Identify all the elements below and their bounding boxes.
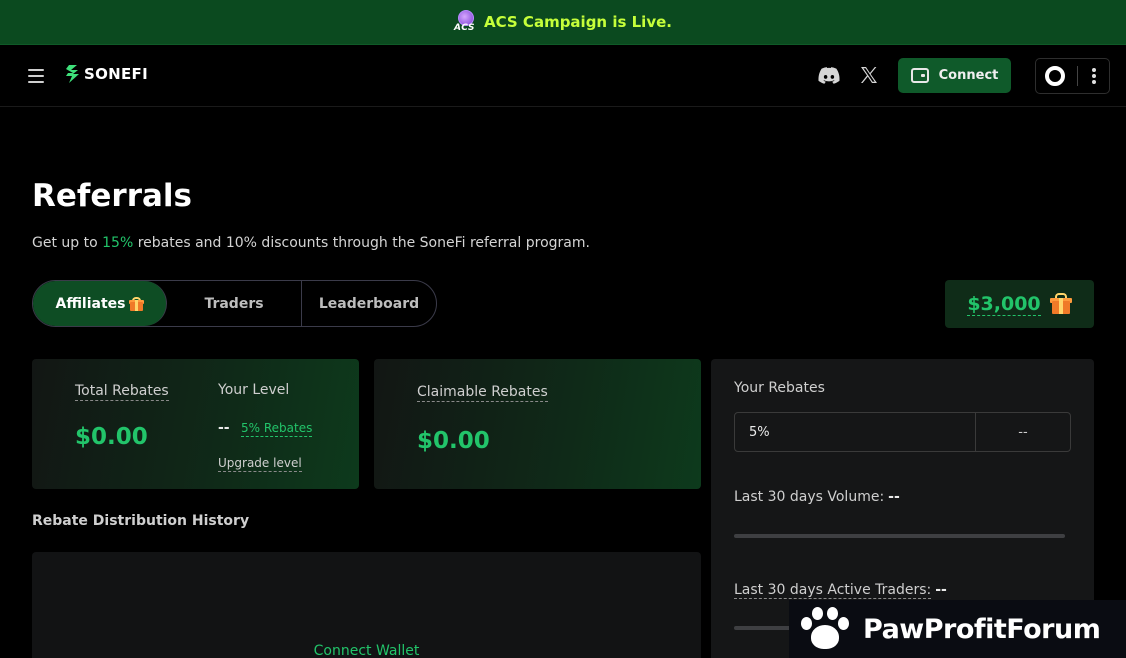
upgrade-level-link[interactable]: Upgrade level: [218, 456, 302, 472]
claimable-rebates-card: Claimable Rebates $0.00: [374, 359, 701, 489]
paw-icon: [799, 605, 851, 653]
volume-progress-bar: [734, 534, 1065, 538]
claimable-rebates-value: $0.00: [417, 428, 490, 454]
sonefi-mark-icon: [66, 65, 79, 83]
total-rebates-card: Total Rebates $0.00 Your Level -- 5% Reb…: [32, 359, 359, 489]
top-navigation: SONEFI Connect: [0, 45, 1126, 107]
volume-value: --: [888, 489, 900, 505]
more-options-icon[interactable]: [1092, 68, 1096, 84]
page-subtitle: Get up to 15% rebates and 10% discounts …: [32, 235, 590, 251]
tab-affiliates[interactable]: Affiliates: [33, 281, 167, 326]
history-title: Rebate Distribution History: [32, 513, 250, 529]
gift-icon: [1049, 293, 1072, 315]
active-traders-value: --: [935, 582, 947, 598]
tab-leaderboard[interactable]: Leaderboard: [302, 281, 436, 326]
network-selector[interactable]: [1035, 58, 1110, 94]
divider: [1077, 66, 1078, 86]
sonefi-logo[interactable]: SONEFI: [66, 65, 148, 83]
rebate-rate-box: 5% --: [734, 412, 1071, 452]
your-level-value: --: [218, 420, 230, 436]
wallet-icon: [910, 68, 929, 83]
level-rebates-link[interactable]: 5% Rebates: [241, 421, 313, 437]
next-rate: --: [1018, 424, 1028, 440]
logo-wordmark: SONEFI: [84, 65, 148, 83]
claimable-rebates-label[interactable]: Claimable Rebates: [417, 383, 548, 402]
total-rebates-value: $0.00: [75, 424, 148, 450]
gift-icon: [128, 296, 144, 311]
connect-wallet-link[interactable]: Connect Wallet: [32, 643, 701, 658]
current-rate[interactable]: 5%: [735, 413, 976, 451]
campaign-message[interactable]: ACS Campaign is Live.: [484, 13, 672, 31]
watermark: PawProfitForum: [789, 600, 1126, 658]
total-rebates-label[interactable]: Total Rebates: [75, 382, 169, 401]
rebate-percentage: 15%: [102, 235, 134, 251]
your-level-label: Your Level: [218, 382, 290, 398]
active-traders-metric: Last 30 days Active Traders: --: [734, 582, 947, 599]
tab-traders[interactable]: Traders: [167, 281, 302, 326]
campaign-banner[interactable]: ACS ACS Campaign is Live.: [0, 0, 1126, 45]
your-rebates-title: Your Rebates: [734, 380, 825, 396]
x-twitter-icon[interactable]: [860, 66, 878, 84]
history-panel: Connect Wallet: [32, 552, 701, 658]
acs-logo-icon: ACS: [454, 10, 478, 34]
connect-wallet-button[interactable]: Connect: [898, 58, 1011, 93]
active-traders-label[interactable]: Last 30 days Active Traders:: [734, 582, 932, 599]
page-title: Referrals: [32, 178, 192, 214]
discord-icon[interactable]: [818, 66, 840, 86]
prize-pool-badge[interactable]: $3,000: [945, 280, 1094, 328]
chain-icon[interactable]: [1045, 66, 1065, 86]
prize-amount: $3,000: [967, 292, 1041, 316]
volume-metric: Last 30 days Volume: --: [734, 489, 900, 505]
referral-tabs: Affiliates Traders Leaderboard: [32, 280, 437, 327]
watermark-brand: PawProfitForum: [863, 613, 1101, 645]
menu-icon[interactable]: [28, 69, 44, 83]
